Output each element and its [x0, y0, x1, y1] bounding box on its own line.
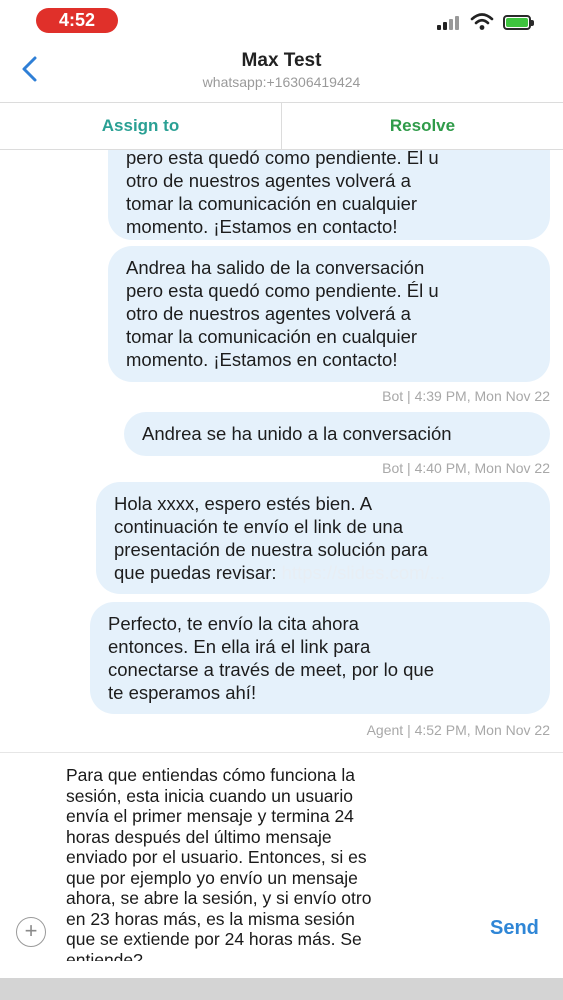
input-line: envía el primer mensaje y termina 24 — [66, 806, 354, 826]
input-line: en 23 horas más, es la misma sesión — [66, 908, 355, 929]
message-meta: Agent | 4:52 PM, Mon Nov 22 — [366, 722, 550, 738]
message-meta: Bot | 4:40 PM, Mon Nov 22 — [382, 460, 550, 476]
message-line: tomar la comunicación en cualquier — [126, 326, 418, 347]
input-line: sesión, esta inicia cuando un usuario — [66, 785, 353, 806]
plus-circle-icon[interactable]: + — [16, 917, 46, 947]
message-line: otro de nuestros agentes volverá a — [126, 303, 411, 324]
message-line: Hola xxxx, espero estés bien. A — [114, 493, 373, 514]
message-line: pero esta quedó como pendiente. Él u — [126, 280, 439, 301]
message-line: momento. ¡Estamos en contacto! — [126, 216, 398, 237]
input-line: ahora, se abre la sesión, y si envío otr… — [66, 888, 372, 908]
message-link[interactable]: https://slides.com/... — [282, 562, 445, 583]
message-meta: Bot | 4:39 PM, Mon Nov 22 — [382, 388, 550, 404]
resolve-button[interactable]: Resolve — [282, 103, 563, 149]
message-input[interactable]: Para que entiendas cómo funciona la sesi… — [66, 765, 486, 961]
message-line: otro de nuestros agentes volverá a — [126, 170, 411, 191]
send-button[interactable]: Send — [490, 917, 539, 940]
message-line: momento. ¡Estamos en contacto! — [126, 349, 398, 370]
input-line: enviado por el usuario. Entonces, si es — [66, 847, 367, 867]
message-line: tomar la comunicación en cualquier — [126, 193, 418, 214]
message-line: que puedas revisar: https://slides.com/.… — [114, 561, 532, 584]
status-bar: 4:52 — [0, 0, 563, 42]
message-line: Perfecto, te envío la cita ahora — [108, 613, 359, 634]
message-line: Andrea ha salido de la conversación — [126, 257, 425, 278]
signal-icon — [437, 16, 461, 30]
input-line: entiende? — [66, 949, 143, 962]
message-bubble: pero esta quedó como pendiente. Él u otr… — [108, 150, 550, 240]
input-line: que por ejemplo yo envío un mensaje — [66, 867, 358, 888]
action-bar: Assign to Resolve — [0, 102, 563, 150]
message-bubble: Hola xxxx, espero estés bien. A continua… — [96, 482, 550, 594]
wifi-icon — [470, 13, 494, 30]
message-line: te esperamos ahí! — [108, 682, 257, 703]
message-bubble: Andrea se ha unido a la conversación — [124, 412, 550, 456]
message-bubble: Andrea ha salido de la conversación pero… — [108, 246, 550, 382]
status-time: 4:52 — [36, 8, 118, 33]
message-composer: Para que entiendas cómo funciona la sesi… — [0, 752, 563, 978]
message-list[interactable]: pero esta quedó como pendiente. Él u otr… — [0, 150, 563, 752]
message-line: conectarse a través de meet, por lo que — [108, 659, 434, 680]
input-line: Para que entiendas cómo funciona la — [66, 765, 355, 785]
message-line-text: que puedas revisar: — [114, 562, 277, 583]
assign-to-button[interactable]: Assign to — [0, 103, 282, 149]
keyboard-edge — [0, 978, 563, 1000]
message-bubble: Perfecto, te envío la cita ahora entonce… — [90, 602, 550, 714]
message-line: presentación de nuestra solución para — [114, 539, 428, 560]
message-line: entonces. En ella irá el link para — [108, 636, 371, 657]
message-line: continuación te envío el link de una — [114, 516, 404, 537]
input-line: que se extiende por 24 horas más. Se — [66, 929, 362, 949]
message-line: Andrea se ha unido a la conversación — [142, 423, 452, 444]
contact-channel: whatsapp:+16306419424 — [202, 74, 361, 90]
conversation-header: Max Test whatsapp:+16306419424 — [0, 42, 563, 102]
battery-charging-icon — [503, 15, 534, 30]
input-line: horas después del último mensaje — [66, 826, 332, 847]
contact-name: Max Test — [241, 50, 322, 71]
message-line: pero esta quedó como pendiente. Él u — [126, 150, 439, 168]
